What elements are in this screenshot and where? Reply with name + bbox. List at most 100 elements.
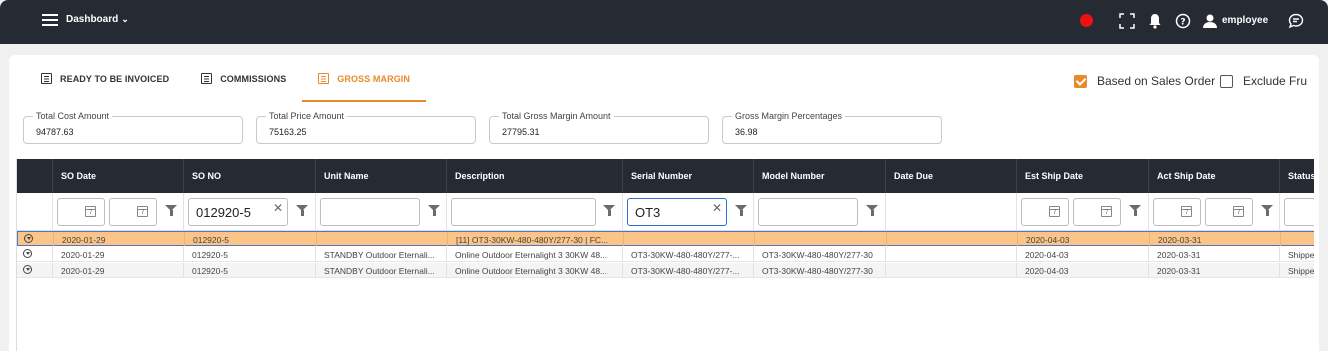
filter-cell-so-date: 7 7 [53, 193, 184, 231]
table-row[interactable]: 2020-01-29 012920-5 [11] OT3-30KW-480-480Y… [17, 231, 1314, 246]
act-ship-date-from-input[interactable]: 7 [1153, 198, 1201, 226]
cell-est-ship-date: 2020-04-03 [1017, 247, 1149, 261]
cell-status [1281, 232, 1314, 246]
filter-icon[interactable] [165, 205, 177, 216]
filter-icon[interactable] [296, 205, 308, 216]
summary-value: 94787.63 [36, 127, 74, 137]
column-header-so-no[interactable]: SO NO [184, 159, 316, 193]
filter-cell-serial-number: OT3 ✕ [623, 193, 754, 231]
column-header-act-ship-date[interactable]: Act Ship Date [1149, 159, 1280, 193]
filter-icon[interactable] [866, 205, 878, 216]
grid-header: SO Date SO NO Unit Name Description Seri… [17, 159, 1314, 193]
filter-icon[interactable] [1129, 205, 1141, 216]
summary-label: Total Gross Margin Amount [499, 111, 614, 121]
column-header-serial-number[interactable]: Serial Number [623, 159, 754, 193]
cell-est-ship-date: 2020-04-03 [1018, 232, 1150, 246]
user-name[interactable]: employee [1222, 15, 1268, 26]
clear-icon[interactable]: ✕ [712, 201, 722, 215]
column-header-so-date[interactable]: SO Date [53, 159, 184, 193]
calendar-icon[interactable]: 7 [1181, 206, 1192, 217]
filter-row: 7 7 012920-5 ✕ OT3 ✕ 7 7 7 7 [17, 193, 1314, 231]
cell-act-ship-date: 2020-03-31 [1150, 232, 1281, 246]
user-icon[interactable] [1201, 12, 1219, 30]
column-header-description[interactable]: Description [447, 159, 623, 193]
cell-so-date: 2020-01-29 [53, 247, 184, 261]
scan-icon[interactable] [1118, 12, 1136, 30]
cell-so-no: 012920-5 [184, 247, 316, 261]
cell-status: Shippe [1280, 247, 1314, 261]
act-ship-date-to-input[interactable]: 7 [1205, 198, 1253, 226]
help-icon[interactable]: ? [1174, 12, 1192, 30]
column-header-status[interactable]: Status [1280, 159, 1314, 193]
tab-commissions[interactable]: COMMISSIONS [185, 55, 302, 102]
list-icon [41, 73, 52, 84]
so-date-from-input[interactable]: 7 [57, 198, 105, 226]
filter-icon[interactable] [1261, 205, 1273, 216]
so-date-to-input[interactable]: 7 [109, 198, 157, 226]
cell-description: [11] OT3-30KW-480-480Y/277-30 | FC... [448, 232, 624, 246]
bell-icon[interactable] [1146, 12, 1164, 30]
filter-cell-unit-name [316, 193, 447, 231]
table-row[interactable]: 2020-01-29 012920-5 STANDBY Outdoor Eterna… [17, 247, 1314, 262]
exclude-label: Exclude Fru [1243, 74, 1308, 88]
column-header-model-number[interactable]: Model Number [754, 159, 886, 193]
status-filter-input[interactable] [1284, 198, 1314, 226]
exclude-option[interactable]: Exclude Fru [1220, 74, 1307, 88]
cell-so-date: 2020-01-29 [53, 263, 184, 277]
calendar-icon[interactable]: 7 [1233, 206, 1244, 217]
clear-icon[interactable]: ✕ [273, 201, 283, 215]
summary-label: Gross Margin Percentages [732, 111, 846, 121]
filter-icon[interactable] [735, 205, 747, 216]
gross-margin-percentage-field: Gross Margin Percentages 36.98 [722, 111, 942, 144]
list-icon [201, 73, 213, 84]
based-on-sales-order-option[interactable]: Based on Sales Order [1074, 74, 1215, 88]
est-ship-date-to-input[interactable]: 7 [1073, 198, 1121, 226]
exclude-checkbox[interactable] [1220, 74, 1233, 88]
cell-unit-name: STANDBY Outdoor Eternali... [316, 263, 447, 277]
cell-act-ship-date: 2020-03-31 [1149, 263, 1280, 277]
cell-description: Online Outdoor Eternalight 3 30KW 48... [447, 247, 623, 261]
dashboard-dropdown[interactable]: Dashboard ⌄ [66, 14, 129, 25]
menu-icon[interactable] [42, 14, 58, 28]
description-filter-input[interactable] [451, 198, 596, 226]
cell-date-due [887, 232, 1018, 246]
cell-serial-number [624, 232, 755, 246]
calendar-icon[interactable]: 7 [1049, 206, 1060, 217]
cell-model-number [755, 232, 887, 246]
cell-so-no: 012920-5 [185, 232, 317, 246]
tab-ready-to-be-invoiced[interactable]: READY TO BE INVOICED [25, 55, 185, 102]
chevron-down-icon: ⌄ [121, 14, 129, 24]
column-header-date-due[interactable]: Date Due [886, 159, 1017, 193]
based-on-sales-order-checkbox[interactable] [1074, 74, 1087, 88]
est-ship-date-from-input[interactable]: 7 [1021, 198, 1069, 226]
expand-column-header [17, 159, 53, 193]
model-number-filter-input[interactable] [758, 198, 858, 226]
calendar-icon[interactable]: 7 [137, 206, 148, 217]
expand-cell [17, 263, 53, 277]
data-grid: SO Date SO NO Unit Name Description Seri… [16, 159, 1314, 351]
tab-bar: READY TO BE INVOICED COMMISSIONS GROSS M… [25, 55, 426, 102]
filter-cell-est-ship-date: 7 7 [1017, 193, 1149, 231]
filter-icon[interactable] [428, 205, 440, 216]
calendar-icon[interactable]: 7 [85, 206, 96, 217]
filter-cell-model-number [754, 193, 886, 231]
tab-gross-margin[interactable]: GROSS MARGIN [302, 55, 426, 102]
filter-cell-date-due [886, 193, 1017, 231]
filter-icon[interactable] [603, 205, 615, 216]
svg-text:?: ? [1180, 18, 1185, 28]
calendar-icon[interactable]: 7 [1101, 206, 1112, 217]
column-header-unit-name[interactable]: Unit Name [316, 159, 447, 193]
total-price-field: Total Price Amount 75163.25 [256, 111, 476, 144]
record-indicator-icon[interactable] [1080, 14, 1093, 27]
table-row[interactable]: 2020-01-29 012920-5 STANDBY Outdoor Eterna… [17, 263, 1314, 278]
summary-label: Total Price Amount [266, 111, 348, 121]
unit-name-filter-input[interactable] [320, 198, 420, 226]
tab-label: GROSS MARGIN [337, 73, 411, 84]
based-on-sales-order-label: Based on Sales Order [1097, 74, 1216, 88]
summary-value: 75163.25 [269, 127, 307, 137]
column-header-est-ship-date[interactable]: Est Ship Date [1017, 159, 1149, 193]
cell-model-number: OT3-30KW-480-480Y/277-30 [754, 247, 886, 261]
chat-icon[interactable] [1287, 12, 1305, 30]
cell-so-date: 2020-01-29 [54, 232, 185, 246]
cell-description: Online Outdoor Eternalight 3 30KW 48... [447, 263, 623, 277]
